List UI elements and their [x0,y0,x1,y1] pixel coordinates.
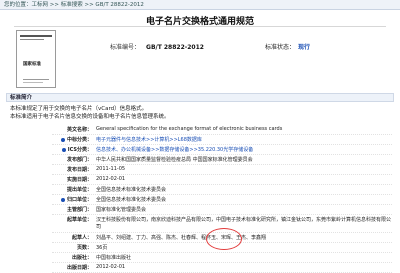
ics-icon [61,147,66,152]
summary-line: 本标准规定了用于交换的电子名片（vCard）信息格式。 [10,106,148,112]
authority-icon [60,197,65,202]
publisher-dept-value: 中华人民共和国国家质量监督检验检疫总局 中国国家标准化管理委员会 [96,157,253,163]
publish-date-2-value: 2012-02-01 [96,264,126,270]
summary-text: 本标准规定了用于交换的电子名片（vCard）信息格式。 本标准适用于电子名片信息… [10,106,390,121]
implement-date-label: 实施日期： [66,177,92,183]
pages-label: 页数： [76,245,92,251]
english-name-value: General specification for the exchange f… [96,126,283,132]
row-publisher-dept: 发布部门： 中华人民共和国国家质量监督检验检疫总局 中国国家标准化管理委员会 [52,156,392,165]
source-unit-value: 全国信息技术标准化技术委员会 [96,187,167,193]
publish-date-value: 2011-11-05 [96,166,126,172]
summary-line: 本标准适用于电子名片信息交换的设备和电子名片信息管理系统。 [10,113,170,120]
publisher-value: 中国标准出版社 [96,255,132,261]
ics-link[interactable]: 信息技术、办公机械设备>>数据存储设备>>35.220.30光学存储设备 [96,146,392,153]
drafting-units-value: 汉王科技股份有限公司，南京欣迪科技产品有限公司，中国电子技术标准化研究所，镇江金… [96,217,392,230]
row-publisher: 出版社： 中国标准出版社 [52,254,392,263]
standard-number-label: 标准编号： [110,44,141,51]
authority-value: 全国信息技术标准化技术委员会 [96,197,167,203]
drafters-value: 刘昌平、刘绍建、丁力、高强、陈杰、杜春辉、程怀玉、宋晖、王杰、李鑫翔 [96,235,267,241]
drafting-units-label: 起草单位： [66,217,92,223]
row-publish-date: 发布日期： 2011-11-05 [52,166,392,175]
highlight-circle-annotation [206,228,242,250]
cover-label: 国家标准 [23,62,41,67]
publisher-dept-label: 发布部门： [66,157,92,163]
row-source-unit: 提出单位： 全国信息技术标准化技术委员会 [52,186,392,195]
cover-footer-bar [23,79,49,80]
cover-subheader-bar [20,39,44,40]
pages-value: 36页 [96,245,108,251]
breadcrumb: 您的位置：工标网 >> 标准搜索 >> GB/T 28822-2012 [0,0,400,10]
drafters-label: 起草人： [71,235,92,241]
row-publish-date-2: 出版日期： 2012-02-01 [52,264,392,273]
row-management: 主管部门： 国家标准化管理委员会 [52,206,392,215]
standard-number: 标准编号： GB/T 28822-2012 [110,42,204,51]
row-ics: ICS分类： 信息技术、办公机械设备>>数据存储设备>>35.220.30光学存… [52,146,392,155]
cover-footer-bar-2 [23,82,43,83]
english-name-label: 英文名称： [66,127,92,133]
source-unit-label: 提出单位： [66,187,92,193]
row-english-name: 英文名称： General specification for the exch… [52,126,392,135]
summary-heading: 标准简介 [6,93,394,102]
cover-header-bar [20,35,52,37]
management-label: 主管部门： [66,207,92,213]
standard-status-label: 标准状态： [265,44,296,51]
publisher-label: 出版社： [71,255,92,261]
standard-status-value: 现行 [298,44,311,51]
implement-date-value: 2012-02-01 [96,176,126,182]
standard-status: 标准状态： 现行 [265,42,310,51]
standard-number-value: GB/T 28822-2012 [146,44,204,51]
ics-label: ICS分类： [52,146,92,153]
cover-thumbnail[interactable]: 国家标准 [16,30,56,88]
publish-date-label: 发布日期： [66,167,92,173]
cn-class-link[interactable]: 电子元器件与信息技术>>计算机>>L68数据库 [96,136,392,143]
row-authority: 归口单位： 全国信息技术标准化技术委员会 [52,196,392,205]
title-divider [14,26,386,27]
management-value: 国家标准化管理委员会 [96,207,147,213]
cn-class-label: 中标分类： [52,136,92,143]
row-cn-class: 中标分类： 电子元器件与信息技术>>计算机>>L68数据库 [52,136,392,145]
row-implement-date: 实施日期： 2012-02-01 [52,176,392,185]
cn-class-icon [60,137,65,142]
authority-label: 归口单位： [52,196,92,203]
